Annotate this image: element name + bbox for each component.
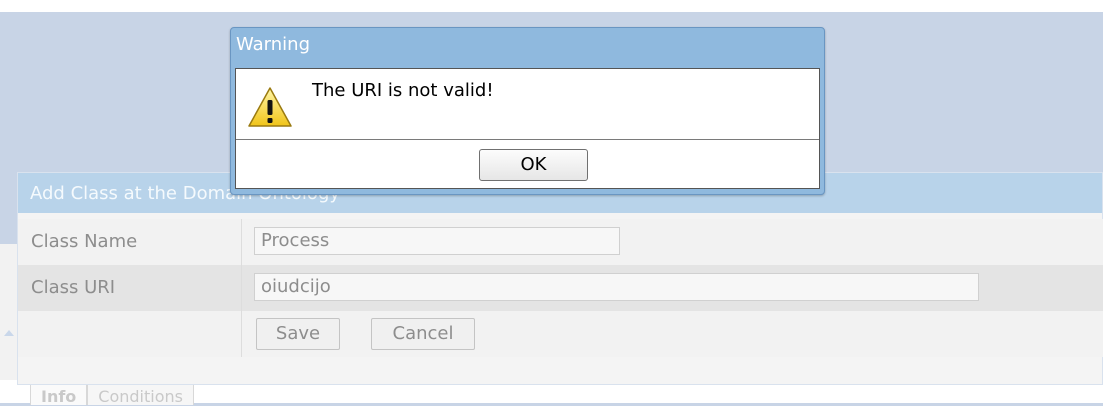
class-uri-input[interactable]: oiudcijo: [254, 273, 979, 301]
class-name-row: Class Name Process: [18, 219, 1103, 265]
warning-message: The URI is not valid!: [312, 80, 494, 101]
tab-conditions[interactable]: Conditions: [87, 383, 194, 406]
save-button[interactable]: Save: [256, 318, 340, 350]
class-name-label: Class Name: [31, 231, 138, 252]
add-class-dialog: Add Class at the Domain Ontology Class N…: [17, 172, 1103, 385]
warning-dialog-body: The URI is not valid! OK: [235, 68, 820, 189]
warning-dialog-title: Warning: [236, 34, 311, 55]
warning-dialog: Warning The URI is not valid! OK: [230, 27, 825, 195]
cancel-button[interactable]: Cancel: [371, 318, 475, 350]
collapse-arrow-icon: [4, 330, 14, 336]
row-divider: [241, 265, 242, 311]
warning-icon: [247, 86, 293, 128]
class-uri-row: Class URI oiudcijo: [18, 265, 1103, 311]
class-uri-label: Class URI: [31, 277, 116, 298]
class-name-input[interactable]: Process: [254, 227, 620, 255]
row-divider: [241, 219, 242, 265]
background-tabs: Info Conditions: [30, 383, 194, 406]
dialog-divider: [236, 139, 819, 140]
tab-info[interactable]: Info: [30, 383, 88, 406]
row-divider: [241, 311, 242, 357]
background-header-strip: [0, 0, 1103, 12]
dialog-actions-row: Save Cancel: [18, 311, 1103, 357]
ok-button[interactable]: OK: [479, 149, 588, 181]
